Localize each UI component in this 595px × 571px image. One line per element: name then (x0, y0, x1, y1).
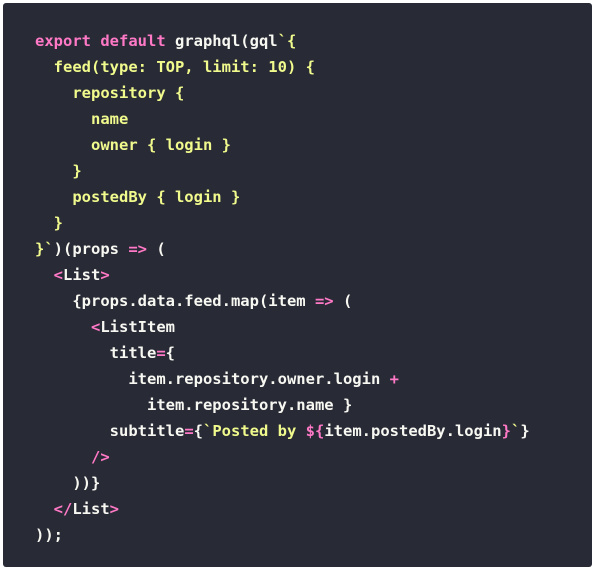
code-token: name (35, 110, 129, 128)
code-token: `Posted by (203, 422, 306, 440)
code-token: } (501, 422, 511, 440)
code-line: owner { login } (35, 132, 530, 158)
code-token: < (53, 266, 64, 284)
code-token: List (72, 500, 110, 518)
code-token: item.postedBy.login (324, 422, 502, 440)
code-line: postedBy { login } (35, 184, 530, 210)
code-line: } (35, 210, 530, 236)
code-token: { (165, 344, 176, 362)
code-token: < (91, 318, 101, 336)
code-token: ${ (305, 422, 325, 440)
code-token: postedBy { login } (35, 188, 241, 206)
code-token: </ (53, 500, 73, 518)
code-line: repository { (35, 80, 530, 106)
code-token: } (520, 422, 530, 440)
code-line: title={ (35, 340, 530, 366)
code-line: ))} (35, 470, 530, 496)
code-token: List (63, 266, 101, 284)
code-token: `{ (277, 32, 297, 50)
code-token: ( (333, 292, 353, 310)
code-token: item.repository.owner.login (35, 370, 390, 388)
code-line: {props.data.feed.map(item => ( (35, 288, 530, 314)
code-token: }` (35, 240, 54, 258)
code-token: ))} (35, 474, 101, 492)
code-token: repository { (35, 84, 185, 102)
code-line: item.repository.name } (35, 392, 530, 418)
code-line: )); (35, 522, 530, 548)
code-token: } (35, 214, 63, 232)
code-line: export default graphql(gql`{ (35, 28, 530, 54)
code-token: ( (147, 240, 166, 258)
code-token: title (35, 344, 157, 362)
code-line: name (35, 106, 530, 132)
code-token: ListItem (100, 318, 175, 336)
code-token: + (389, 370, 399, 388)
code-token: ` (510, 422, 521, 440)
code-token: > (100, 266, 110, 284)
code-snippet-panel: export default graphql(gql`{ feed(type: … (3, 3, 592, 567)
code-token: = (184, 422, 194, 440)
code-token: { (193, 422, 203, 440)
code-line: }`)(props => ( (35, 236, 530, 262)
code-line: <List> (35, 262, 530, 288)
code-token: } (35, 162, 82, 180)
code-token: owner { login } (35, 136, 231, 154)
code-line: </List> (35, 496, 530, 522)
code-token: item.repository.name } (35, 396, 353, 414)
code-token: graphql(gql (174, 32, 278, 50)
code-token: feed(type: TOP, limit: 10) { (35, 58, 315, 76)
code-token: subtitle (35, 422, 185, 440)
code-block: export default graphql(gql`{ feed(type: … (35, 28, 530, 548)
code-token: )(props (53, 240, 129, 258)
code-line: <ListItem (35, 314, 530, 340)
code-token: /> (91, 448, 110, 466)
code-token: )); (35, 526, 63, 544)
code-token: = (156, 344, 166, 362)
code-line: } (35, 158, 530, 184)
code-line: feed(type: TOP, limit: 10) { (35, 54, 530, 80)
code-line: item.repository.owner.login + (35, 366, 530, 392)
code-token: > (109, 500, 120, 518)
code-token: => (128, 240, 147, 258)
code-token: export default (35, 32, 175, 50)
code-token: => (314, 292, 334, 310)
code-token: {props.data.feed.map(item (35, 292, 315, 310)
code-line: subtitle={`Posted by ${item.postedBy.log… (35, 418, 530, 444)
code-line: /> (35, 444, 530, 470)
